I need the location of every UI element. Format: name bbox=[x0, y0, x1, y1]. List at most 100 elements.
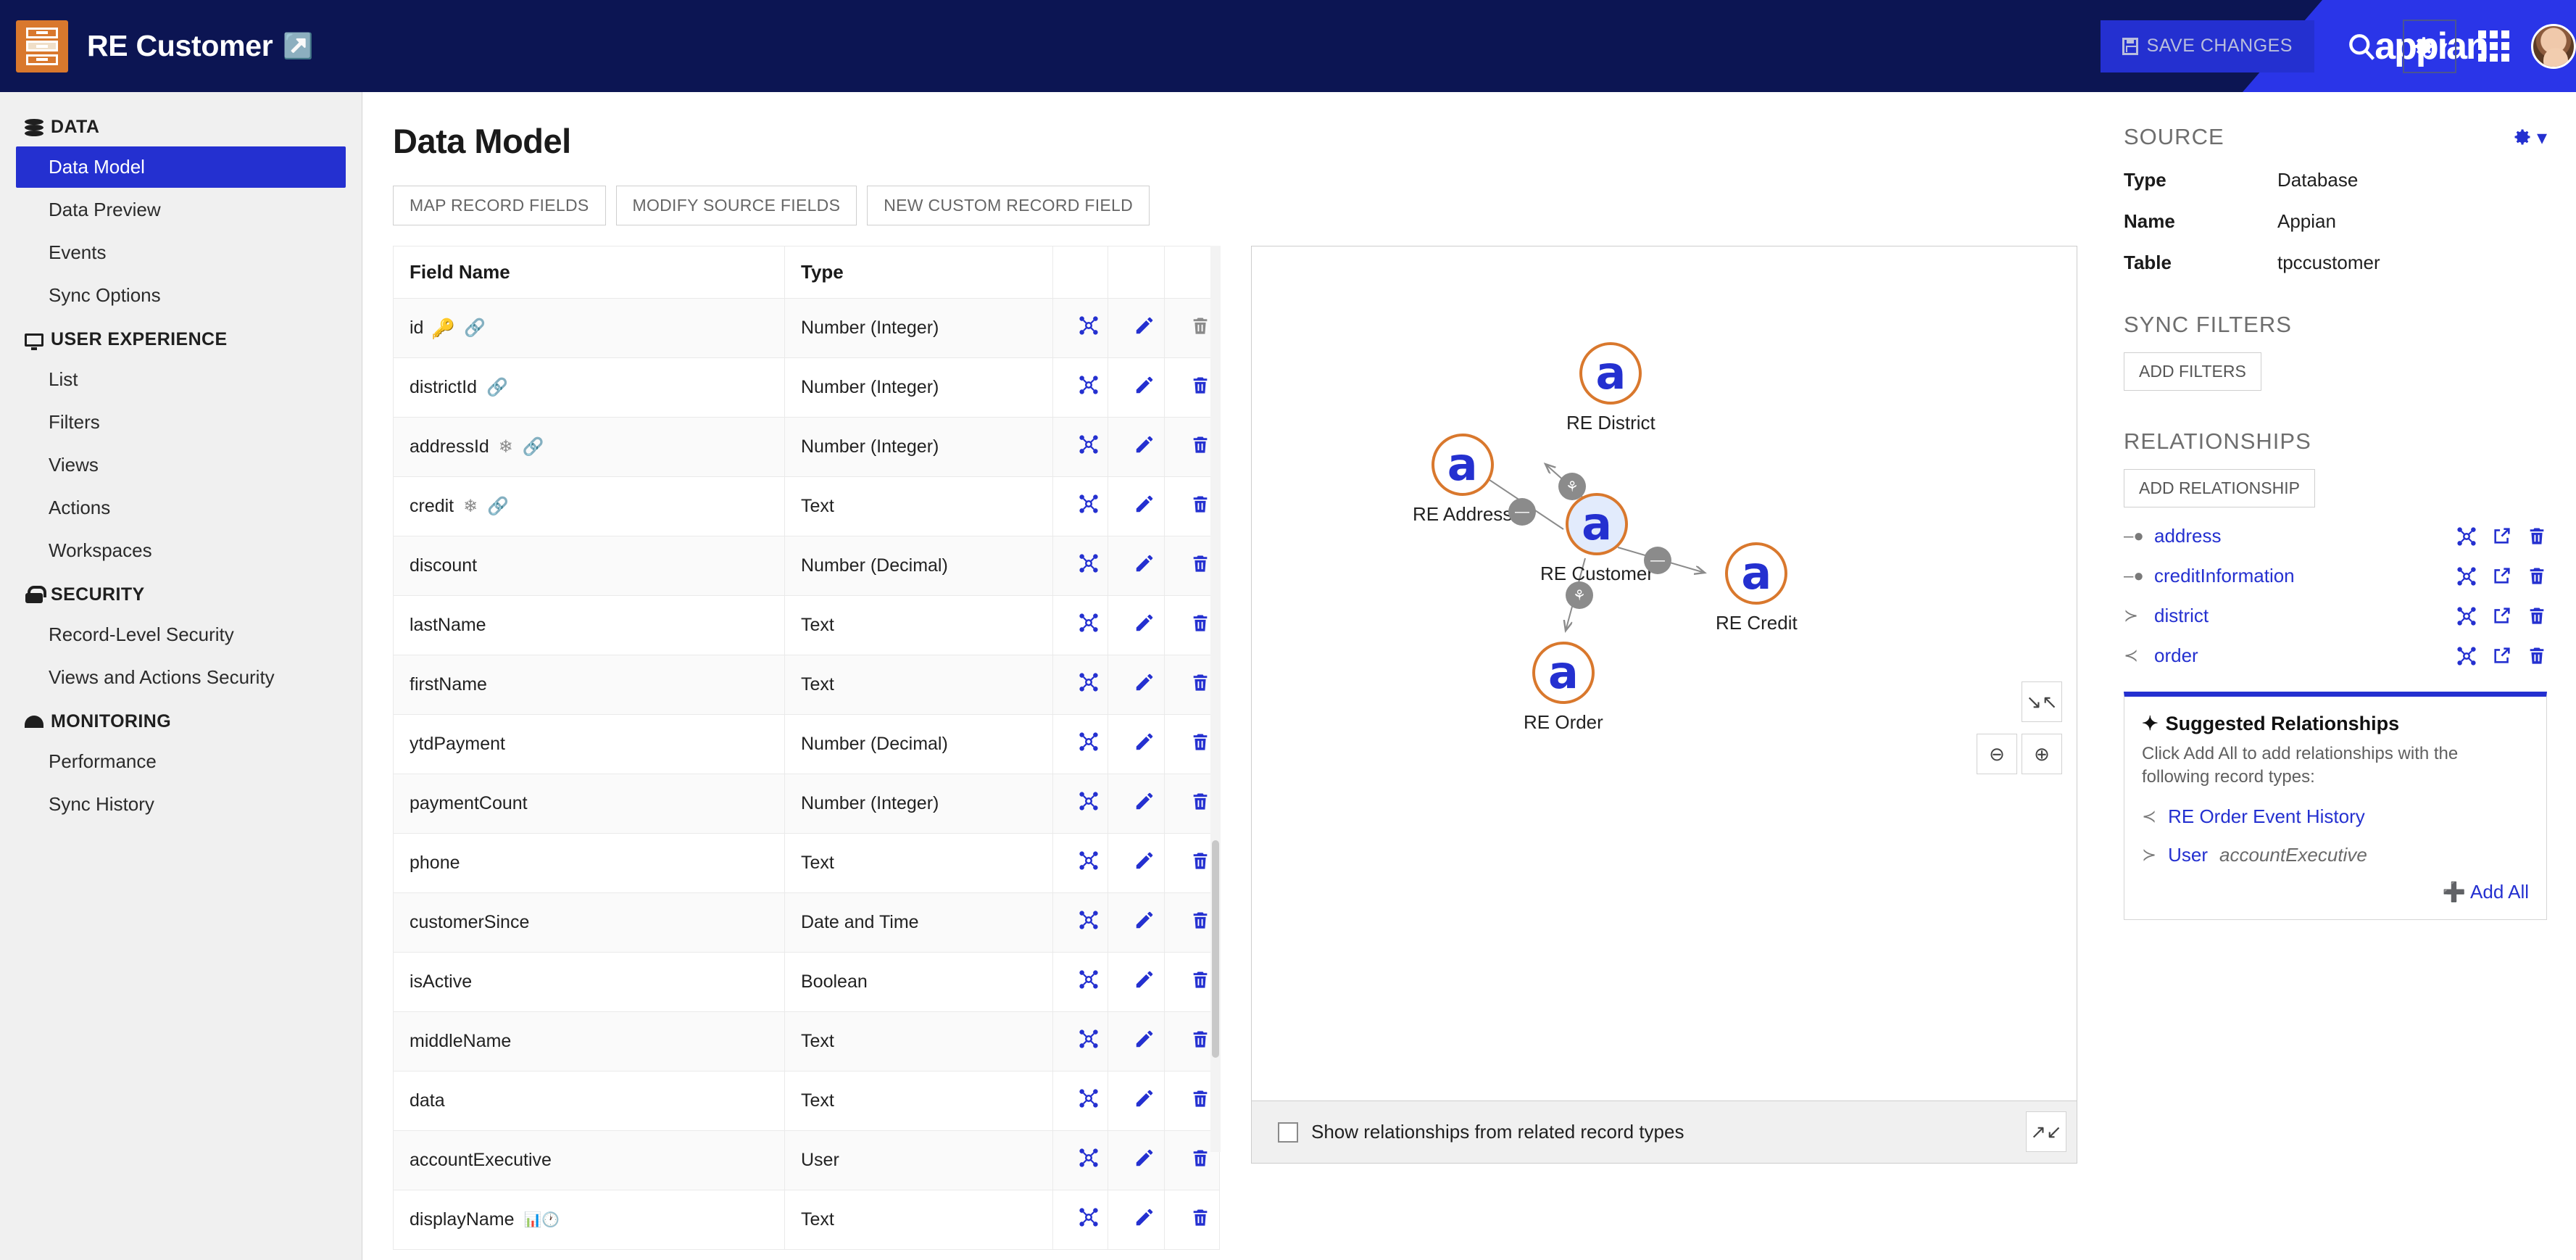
delete-trash-icon[interactable] bbox=[1190, 1029, 1210, 1049]
map-record-fields-button[interactable]: MAP RECORD FIELDS bbox=[393, 186, 606, 225]
edit-pencil-icon[interactable] bbox=[1134, 1147, 1155, 1169]
relationship-graph-icon[interactable] bbox=[1078, 790, 1100, 812]
delete-trash-icon[interactable] bbox=[2527, 526, 2547, 547]
user-avatar[interactable] bbox=[2531, 23, 2576, 69]
relationship-graph-icon[interactable] bbox=[2456, 645, 2477, 667]
search-icon[interactable] bbox=[2345, 30, 2378, 63]
diagram-node-re-address[interactable]: a RE Address bbox=[1413, 434, 1512, 526]
link-icon[interactable]: 🔗 bbox=[486, 377, 508, 398]
relationship-name-link[interactable]: address bbox=[2154, 525, 2222, 547]
edit-pencil-icon[interactable] bbox=[1134, 1206, 1155, 1228]
delete-trash-icon[interactable] bbox=[1190, 969, 1210, 990]
sidebar-item-filters[interactable]: Filters bbox=[16, 402, 346, 443]
relationship-graph-icon[interactable] bbox=[1078, 1028, 1100, 1050]
sidebar-item-sync-options[interactable]: Sync Options bbox=[16, 275, 346, 316]
relationship-diagram-canvas[interactable]: a RE District a RE Address a RE Customer… bbox=[1251, 246, 2077, 1101]
edit-pencil-icon[interactable] bbox=[1134, 790, 1155, 812]
sidebar-item-actions[interactable]: Actions bbox=[16, 487, 346, 529]
delete-trash-icon[interactable] bbox=[1190, 850, 1210, 871]
sidebar-item-views[interactable]: Views bbox=[16, 444, 346, 486]
sidebar-item-list[interactable]: List bbox=[16, 359, 346, 400]
zoom-in-button[interactable]: ⊕ bbox=[2022, 734, 2062, 774]
sidebar-item-sync-history[interactable]: Sync History bbox=[16, 784, 346, 825]
open-external-icon[interactable] bbox=[2492, 526, 2512, 547]
edit-pencil-icon[interactable] bbox=[1134, 969, 1155, 990]
open-external-icon[interactable] bbox=[2492, 605, 2512, 627]
edit-pencil-icon[interactable] bbox=[1134, 552, 1155, 574]
relationship-graph-icon[interactable] bbox=[1078, 434, 1100, 455]
sidebar-item-data-model[interactable]: Data Model bbox=[16, 146, 346, 188]
delete-trash-icon[interactable] bbox=[1190, 1207, 1210, 1227]
edit-pencil-icon[interactable] bbox=[1134, 1087, 1155, 1109]
relationship-graph-icon[interactable] bbox=[1078, 671, 1100, 693]
relationship-name-link[interactable]: order bbox=[2154, 644, 2198, 667]
save-changes-button[interactable]: SAVE CHANGES bbox=[2100, 20, 2314, 72]
diagram-node-re-credit[interactable]: a RE Credit bbox=[1716, 542, 1798, 634]
new-custom-record-field-button[interactable]: NEW CUSTOM RECORD FIELD bbox=[867, 186, 1150, 225]
apps-grid-icon[interactable] bbox=[2478, 30, 2509, 62]
delete-trash-icon[interactable] bbox=[1190, 613, 1210, 633]
relationship-graph-icon[interactable] bbox=[1078, 612, 1100, 634]
delete-trash-icon[interactable] bbox=[1190, 553, 1210, 573]
edit-pencil-icon[interactable] bbox=[1134, 850, 1155, 871]
delete-trash-icon[interactable] bbox=[1190, 910, 1210, 930]
open-external-icon[interactable] bbox=[2492, 565, 2512, 587]
relationship-graph-icon[interactable] bbox=[1078, 374, 1100, 396]
diagram-node-re-customer[interactable]: a RE Customer bbox=[1540, 493, 1653, 585]
relationship-graph-icon[interactable] bbox=[1078, 1147, 1100, 1169]
zoom-out-button[interactable]: ⊖ bbox=[1977, 734, 2017, 774]
link-icon[interactable]: 🔗 bbox=[464, 318, 486, 339]
link-icon[interactable]: 🔗 bbox=[487, 496, 509, 517]
relationship-graph-icon[interactable] bbox=[2456, 565, 2477, 587]
edit-pencil-icon[interactable] bbox=[1134, 909, 1155, 931]
relationship-graph-icon[interactable] bbox=[2456, 526, 2477, 547]
delete-trash-icon[interactable] bbox=[1190, 791, 1210, 811]
diagram-node-re-order[interactable]: a RE Order bbox=[1524, 642, 1603, 734]
add-relationship-button[interactable]: ADD RELATIONSHIP bbox=[2124, 469, 2315, 507]
relationship-graph-icon[interactable] bbox=[1078, 1206, 1100, 1228]
edit-pencil-icon[interactable] bbox=[1134, 1028, 1155, 1050]
edit-pencil-icon[interactable] bbox=[1134, 612, 1155, 634]
sidebar-item-record-level-security[interactable]: Record-Level Security bbox=[16, 614, 346, 655]
expand-diagram-button[interactable]: ↗↙ bbox=[2026, 1111, 2066, 1152]
delete-trash-icon[interactable] bbox=[1190, 434, 1210, 455]
external-link-icon[interactable]: ↗️ bbox=[283, 33, 313, 60]
show-related-relationships-checkbox[interactable] bbox=[1278, 1122, 1298, 1143]
edit-pencil-icon[interactable] bbox=[1134, 374, 1155, 396]
edit-pencil-icon[interactable] bbox=[1134, 315, 1155, 336]
sidebar-item-events[interactable]: Events bbox=[16, 232, 346, 273]
relationship-graph-icon[interactable] bbox=[1078, 850, 1100, 871]
delete-trash-icon[interactable] bbox=[2527, 565, 2547, 587]
delete-trash-icon[interactable] bbox=[2527, 605, 2547, 627]
settings-dropdown-button[interactable]: ▾ bbox=[2403, 19, 2456, 73]
relationship-graph-icon[interactable] bbox=[1078, 493, 1100, 515]
relationship-name-link[interactable]: creditInformation bbox=[2154, 565, 2295, 587]
delete-trash-icon[interactable] bbox=[1190, 1088, 1210, 1108]
suggested-item-user[interactable]: ≻ User accountExecutive bbox=[2142, 844, 2529, 866]
add-filters-button[interactable]: ADD FILTERS bbox=[2124, 352, 2261, 391]
relationship-graph-icon[interactable] bbox=[1078, 969, 1100, 990]
source-settings-gear-icon[interactable]: ▾ bbox=[2512, 125, 2547, 149]
delete-trash-icon[interactable] bbox=[1190, 375, 1210, 395]
delete-trash-icon[interactable] bbox=[1190, 672, 1210, 692]
delete-trash-icon[interactable] bbox=[1190, 731, 1210, 752]
relationship-graph-icon[interactable] bbox=[1078, 909, 1100, 931]
relationship-graph-icon[interactable] bbox=[1078, 1087, 1100, 1109]
edit-pencil-icon[interactable] bbox=[1134, 493, 1155, 515]
edit-pencil-icon[interactable] bbox=[1134, 434, 1155, 455]
sidebar-item-performance[interactable]: Performance bbox=[16, 741, 346, 782]
delete-trash-icon[interactable] bbox=[1190, 494, 1210, 514]
add-all-button[interactable]: ➕ Add All bbox=[2142, 881, 2529, 903]
relationship-name-link[interactable]: district bbox=[2154, 605, 2209, 627]
open-external-icon[interactable] bbox=[2492, 645, 2512, 667]
edit-pencil-icon[interactable] bbox=[1134, 731, 1155, 753]
collapse-diagram-button[interactable]: ↘↖ bbox=[2022, 681, 2062, 722]
table-scrollbar-thumb[interactable] bbox=[1212, 840, 1219, 1058]
suggested-item-re-order-event-history[interactable]: ≺ RE Order Event History bbox=[2142, 805, 2529, 828]
edit-pencil-icon[interactable] bbox=[1134, 671, 1155, 693]
relationship-graph-icon[interactable] bbox=[1078, 315, 1100, 336]
relationship-graph-icon[interactable] bbox=[1078, 552, 1100, 574]
delete-trash-icon[interactable] bbox=[1190, 1148, 1210, 1168]
modify-source-fields-button[interactable]: MODIFY SOURCE FIELDS bbox=[615, 186, 857, 225]
diagram-node-re-district[interactable]: a RE District bbox=[1566, 342, 1655, 434]
